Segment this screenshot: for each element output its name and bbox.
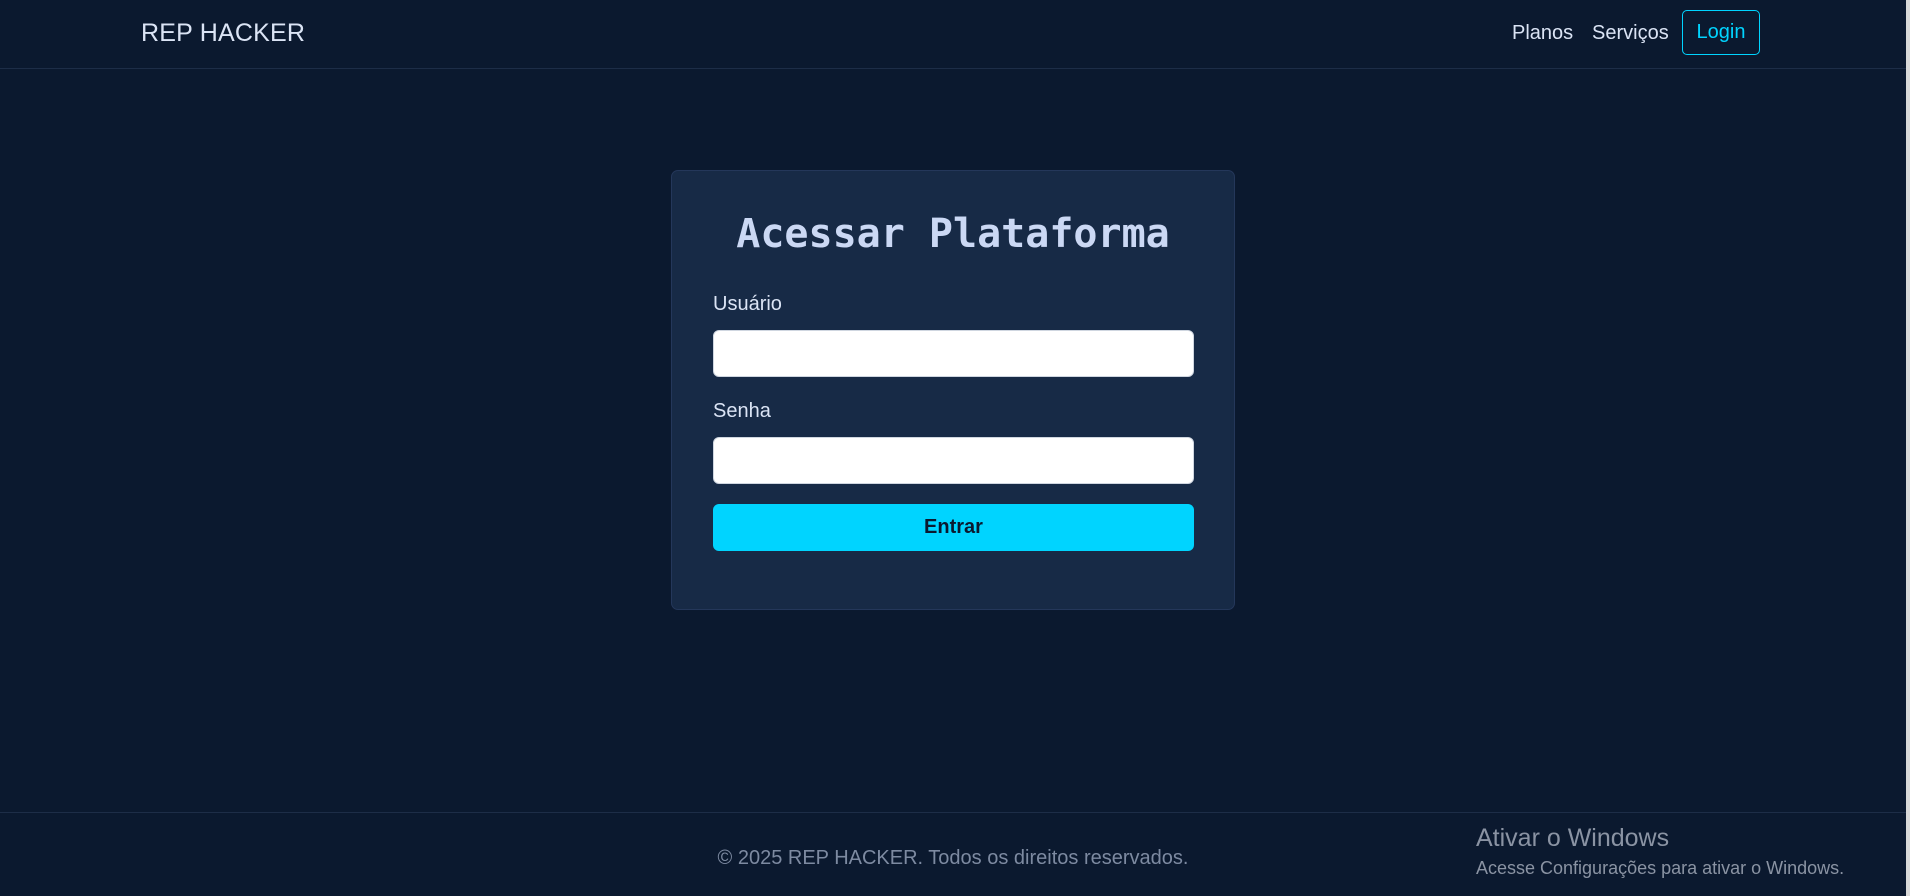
username-input[interactable] bbox=[713, 330, 1194, 377]
page: REP HACKER Planos Serviços Login Acessar… bbox=[0, 0, 1910, 896]
nav-link-planos[interactable]: Planos bbox=[1512, 22, 1573, 45]
brand-logo[interactable]: REP HACKER bbox=[141, 19, 305, 48]
windows-activation-subtitle: Acesse Configurações para ativar o Windo… bbox=[1476, 858, 1845, 878]
password-input[interactable] bbox=[713, 437, 1194, 484]
windows-activation-title: Ativar o Windows bbox=[1476, 824, 1670, 852]
login-title: Acessar Plataforma bbox=[736, 211, 1170, 257]
login-button[interactable]: Login bbox=[1682, 10, 1760, 55]
login-card: Acessar Plataforma Usuário Senha Entrar bbox=[671, 170, 1235, 610]
top-navbar: REP HACKER Planos Serviços Login bbox=[0, 0, 1906, 69]
nav-link-servicos[interactable]: Serviços bbox=[1592, 22, 1669, 45]
password-label: Senha bbox=[713, 400, 771, 422]
username-label: Usuário bbox=[713, 293, 782, 315]
page-scrollbar[interactable] bbox=[1906, 0, 1910, 896]
submit-button[interactable]: Entrar bbox=[713, 504, 1194, 551]
